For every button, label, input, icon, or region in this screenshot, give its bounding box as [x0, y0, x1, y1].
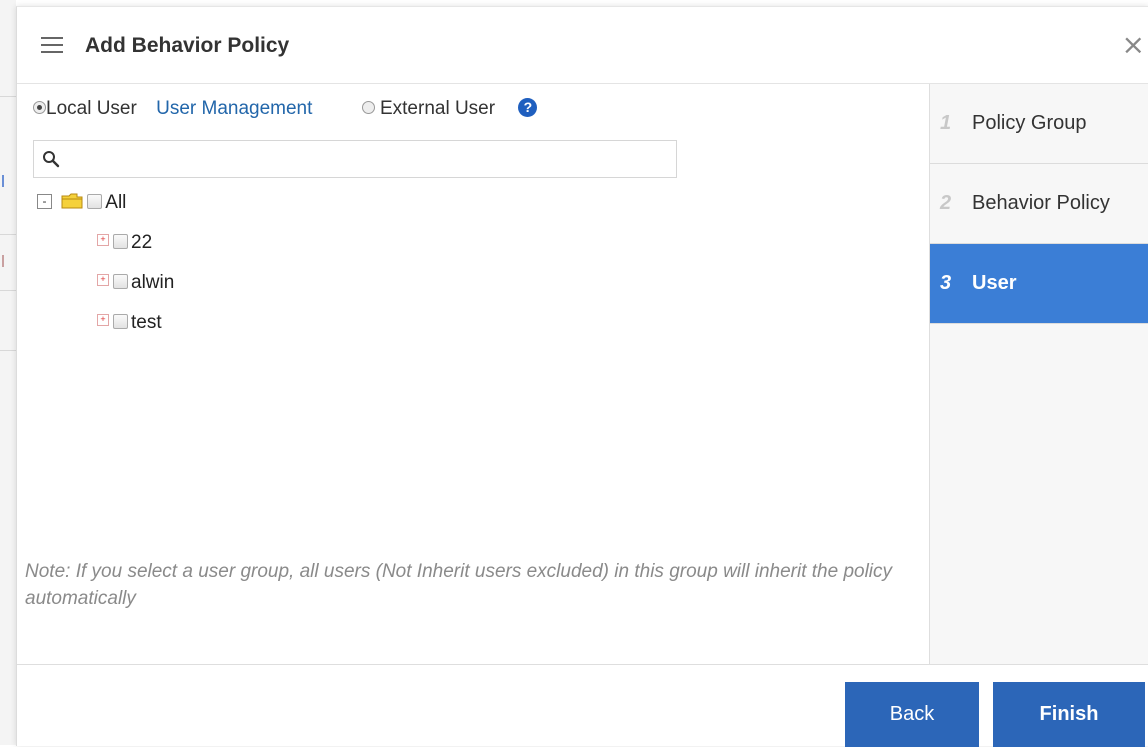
back-button[interactable]: Back [845, 682, 979, 747]
dialog-header: Add Behavior Policy × [17, 7, 1148, 84]
search-input[interactable] [33, 140, 677, 178]
tree-node-label[interactable]: alwin [131, 272, 174, 293]
finish-button[interactable]: Finish [993, 682, 1145, 747]
menu-icon[interactable] [41, 37, 63, 53]
background-app-edge [0, 0, 16, 745]
user-selection-panel: Local User User Management External User… [17, 84, 929, 664]
tree-node-label[interactable]: test [131, 312, 162, 333]
help-icon[interactable]: ? [518, 97, 538, 117]
step-number: 3 [940, 272, 952, 294]
step-label: User [972, 272, 1017, 294]
expand-icon[interactable]: + [97, 234, 109, 246]
user-management-link[interactable]: User Management [156, 98, 312, 119]
tree-checkbox[interactable] [113, 313, 128, 329]
close-icon[interactable]: × [1122, 31, 1145, 59]
wizard-steps: 1 Policy Group 2 Behavior Policy 3 User [929, 84, 1148, 664]
collapse-icon[interactable]: - [37, 193, 52, 209]
step-behavior-policy[interactable]: 2 Behavior Policy [930, 164, 1148, 244]
tree-checkbox[interactable] [113, 273, 128, 289]
tree-node: + alwin [97, 272, 174, 294]
inheritance-note: Note: If you select a user group, all us… [25, 561, 893, 609]
expand-icon[interactable]: + [97, 274, 109, 286]
background-marker [2, 255, 9, 267]
step-label: Policy Group [972, 112, 1087, 134]
expand-icon[interactable]: + [97, 314, 109, 326]
background-divider [0, 234, 16, 235]
dialog-title: Add Behavior Policy [85, 34, 290, 57]
search-icon [43, 151, 60, 168]
local-user-label[interactable]: Local User [46, 98, 137, 119]
background-marker [2, 175, 9, 187]
step-policy-group[interactable]: 1 Policy Group [930, 84, 1148, 164]
external-user-label[interactable]: External User [380, 98, 495, 119]
tree-node: + test [97, 312, 162, 334]
folder-icon [61, 193, 83, 209]
step-number: 2 [940, 192, 952, 214]
tree-node: +22 [97, 232, 152, 254]
tree-checkbox[interactable] [113, 233, 128, 249]
user-type-selector: Local User User Management External User… [33, 97, 538, 126]
dialog-footer: Back Finish [17, 664, 1148, 747]
external-user-radio[interactable] [361, 100, 375, 114]
step-user[interactable]: 3 User [930, 244, 1148, 324]
add-behavior-policy-dialog: Add Behavior Policy × Local User User Ma… [16, 6, 1148, 747]
background-divider [0, 290, 16, 291]
step-number: 1 [940, 112, 952, 134]
local-user-radio[interactable] [33, 100, 46, 114]
tree-checkbox[interactable] [87, 193, 103, 209]
background-divider [0, 96, 16, 97]
step-label: Behavior Policy [972, 192, 1110, 214]
tree-node-root: - All [37, 192, 126, 214]
background-divider [0, 350, 16, 351]
tree-node-label[interactable]: 22 [131, 232, 152, 253]
tree-node-label[interactable]: All [105, 192, 126, 213]
